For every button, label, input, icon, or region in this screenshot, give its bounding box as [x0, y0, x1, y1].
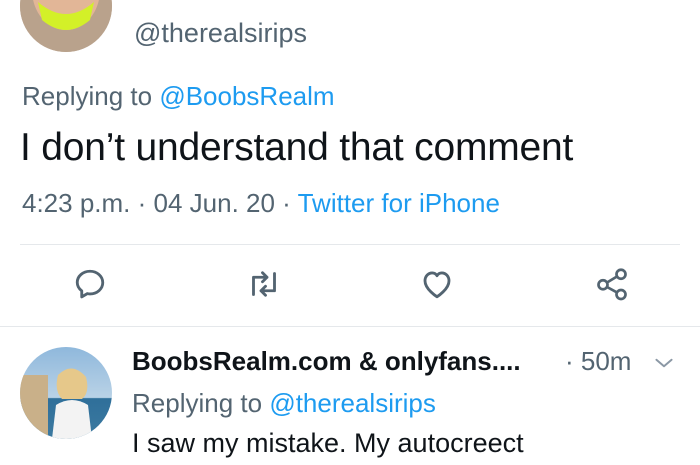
avatar[interactable]	[20, 347, 112, 439]
tweet-date: 04 Jun. 20	[153, 188, 275, 218]
share-icon	[597, 268, 627, 301]
avatar[interactable]	[20, 0, 112, 52]
share-button[interactable]	[590, 262, 634, 306]
like-icon	[423, 271, 451, 299]
replying-to-prefix: Replying to	[22, 81, 160, 111]
more-options-button[interactable]	[651, 350, 677, 376]
avatar-image	[20, 0, 112, 52]
reply-timestamp[interactable]: · 50m	[565, 346, 631, 377]
tweet-time: 4:23 p.m.	[22, 188, 131, 218]
retweet-icon	[252, 271, 276, 297]
like-button[interactable]	[415, 262, 459, 306]
reply-tweet-text: I saw my mistake. My autocreect	[132, 428, 524, 458]
retweet-button[interactable]	[242, 262, 286, 306]
tweet-text: I don’t understand that comment	[20, 126, 574, 169]
reply-button[interactable]	[68, 262, 112, 306]
tweet-meta: 4:23 p.m. · 04 Jun. 20 · Twitter for iPh…	[22, 188, 500, 219]
user-handle[interactable]: @therealsirips	[134, 18, 307, 49]
replying-to-line: Replying to @therealsirips	[132, 388, 436, 419]
meta-separator: ·	[274, 188, 298, 218]
replying-to-link[interactable]: @therealsirips	[269, 388, 436, 418]
reply-icon	[75, 269, 105, 299]
replying-to-line: Replying to @BoobsRealm	[22, 81, 335, 112]
replying-to-link[interactable]: @BoobsRealm	[159, 81, 334, 111]
meta-separator: ·	[130, 188, 154, 218]
tweet-source-link[interactable]: Twitter for iPhone	[298, 188, 500, 218]
chevron-down-icon	[655, 358, 673, 368]
reply-display-name[interactable]: BoobsRealm.com & onlyfans....	[132, 346, 521, 377]
avatar-image	[20, 347, 112, 439]
replying-to-prefix: Replying to	[132, 388, 270, 418]
divider	[20, 244, 680, 245]
divider	[0, 326, 700, 327]
